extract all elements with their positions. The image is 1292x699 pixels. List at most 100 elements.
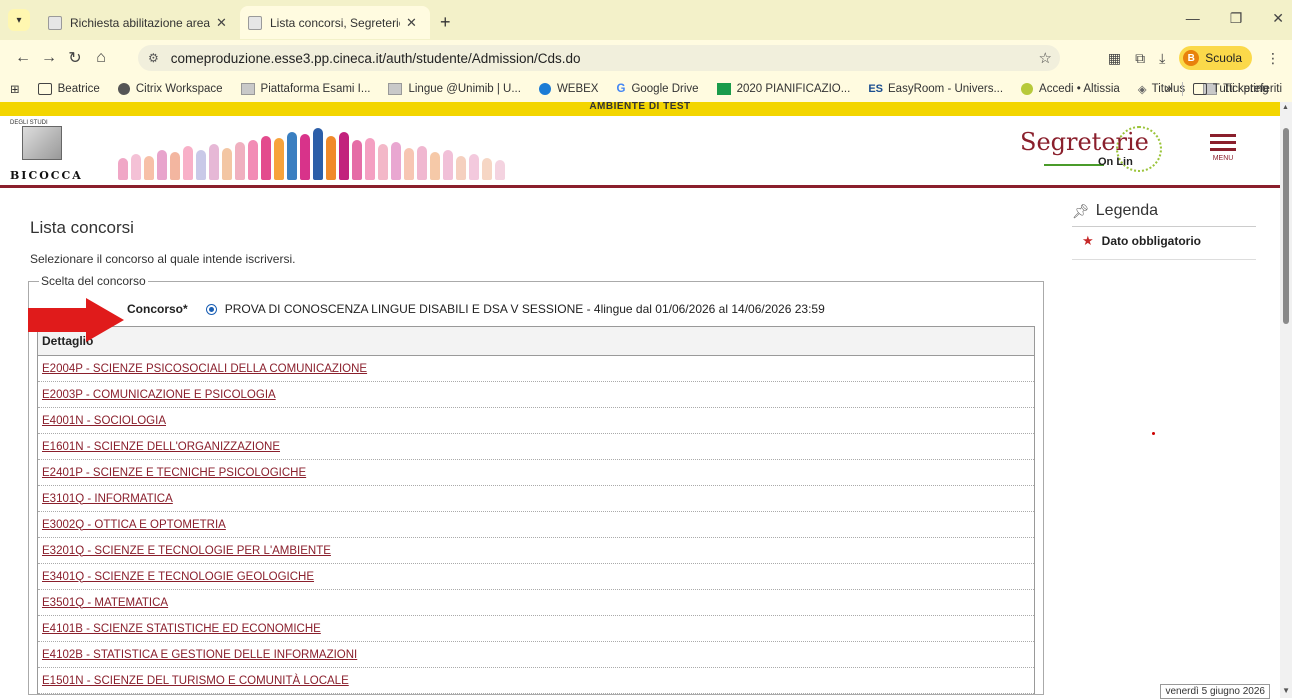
close-icon[interactable]: ✕ xyxy=(406,15,417,31)
home-icon[interactable]: ⌂ xyxy=(88,49,114,67)
bookmark-label: Google Drive xyxy=(631,83,699,95)
table-cell: E2401P - SCIENZE E TECNICHE PSICOLOGICHE xyxy=(37,459,1035,486)
sheets-icon xyxy=(716,83,731,95)
download-icon[interactable]: ⤓ xyxy=(1159,50,1165,67)
course-link[interactable]: E1601N - SCIENZE DELL'ORGANIZZAZIONE xyxy=(42,441,280,453)
course-link[interactable]: E3101Q - INFORMATICA xyxy=(42,493,173,505)
bookmark-easyroom[interactable]: ES EasyRoom - Univers... xyxy=(868,83,1003,95)
bookmark-webex[interactable]: WEBEX xyxy=(538,83,598,95)
course-link[interactable]: E2003P - COMUNICAZIONE E PSICOLOGIA xyxy=(42,389,276,401)
scrollbar-thumb[interactable] xyxy=(1283,128,1289,324)
red-arrow-annotation xyxy=(28,298,124,342)
close-icon[interactable]: ✕ xyxy=(216,15,227,31)
course-link[interactable]: E4101B - SCIENZE STATISTICHE ED ECONOMIC… xyxy=(42,623,321,635)
google-icon: G xyxy=(616,83,626,95)
page-icon xyxy=(240,83,255,95)
webex-icon xyxy=(538,83,551,95)
course-link[interactable]: E3501Q - MATEMATICA xyxy=(42,597,168,609)
table-cell: E2003P - COMUNICAZIONE E PSICOLOGIA xyxy=(37,381,1035,408)
back-icon[interactable]: ← xyxy=(10,49,36,67)
bookmark-label: Piattaforma Esami I... xyxy=(260,83,371,95)
more-bookmarks-button[interactable]: » xyxy=(1165,83,1171,95)
concorso-row: Concorso* PROVA DI CONOSCENZA LINGUE DIS… xyxy=(127,302,1043,316)
profile-button[interactable]: B Scuola xyxy=(1179,46,1252,70)
scroll-up-icon[interactable]: ▲ xyxy=(1282,104,1289,111)
bookmark-google-drive[interactable]: G Google Drive xyxy=(616,83,698,95)
page-icon xyxy=(248,15,262,30)
site-info-icon[interactable]: ⚙ xyxy=(148,51,159,65)
maximize-icon[interactable]: ❐ xyxy=(1230,10,1243,27)
table-row: E3002Q - OTTICA E OPTOMETRIA xyxy=(37,511,1035,538)
legend-title: Legenda xyxy=(1095,202,1159,219)
tab-title: Lista concorsi, Segreterie OnLine xyxy=(270,15,400,30)
course-link[interactable]: E2004P - SCIENZE PSICOSOCIALI DELLA COMU… xyxy=(42,363,367,375)
bookmark-citrix[interactable]: Citrix Workspace xyxy=(117,83,223,95)
tab-richiesta[interactable]: Richiesta abilitazione area test ✕ xyxy=(40,6,240,39)
page-subtitle: Selezionare il concorso al quale intende… xyxy=(30,252,296,266)
table-row: E3501Q - MATEMATICA xyxy=(37,589,1035,616)
table-header: Dettaglio xyxy=(37,326,1035,356)
concorso-fieldset: Scelta del concorso Concorso* PROVA DI C… xyxy=(28,274,1044,695)
concorso-label: Concorso* xyxy=(127,302,188,316)
dettaglio-table: Dettaglio E2004P - SCIENZE PSICOSOCIALI … xyxy=(37,326,1035,694)
web-page: AMBIENTE DI TEST DEGLI STUDI BICOCCA Seg… xyxy=(0,102,1280,698)
extensions-icon[interactable]: ⧉ xyxy=(1135,50,1145,67)
table-cell: E3201Q - SCIENZE E TECNOLOGIE PER L'AMBI… xyxy=(37,537,1035,564)
legend-item-required: ★ Dato obbligatorio xyxy=(1072,227,1256,260)
table-cell: E3401Q - SCIENZE E TECNOLOGIE GEOLOGICHE xyxy=(37,563,1035,590)
course-link[interactable]: E4102B - STATISTICA E GESTIONE DELLE INF… xyxy=(42,649,357,661)
menu-button[interactable]: MENU xyxy=(1206,130,1240,162)
titulus-icon: ◈ xyxy=(1137,84,1147,96)
tab-strip: ▾ Richiesta abilitazione area test ✕ Lis… xyxy=(0,0,1292,40)
table-row: E2004P - SCIENZE PSICOSOCIALI DELLA COMU… xyxy=(37,355,1035,382)
avatar: B xyxy=(1183,50,1200,66)
reload-icon[interactable]: ↻ xyxy=(62,48,88,68)
legend-item-label: Dato obbligatorio xyxy=(1101,234,1201,248)
logo-label: BICOCCA xyxy=(10,169,83,182)
course-link[interactable]: E1501N - SCIENZE DEL TURISMO E COMUNITÀ … xyxy=(42,675,349,687)
table-row: E3201Q - SCIENZE E TECNOLOGIE PER L'AMBI… xyxy=(37,537,1035,564)
folder-icon xyxy=(1192,83,1207,95)
bookmark-piattaforma[interactable]: Piattaforma Esami I... xyxy=(240,83,371,95)
bookmark-altissia[interactable]: Accedi • Altissia xyxy=(1021,83,1120,95)
course-link[interactable]: E3401Q - SCIENZE E TECNOLOGIE GEOLOGICHE xyxy=(42,571,314,583)
scrollbar[interactable]: ▲ xyxy=(1280,102,1292,698)
course-link[interactable]: E3201Q - SCIENZE E TECNOLOGIE PER L'AMBI… xyxy=(42,545,331,557)
bookmark-beatrice[interactable]: Beatrice xyxy=(37,83,100,95)
divider xyxy=(1181,82,1183,96)
all-bookmarks-button[interactable]: Tutti i preferiti xyxy=(1213,83,1282,95)
bookmark-lingue[interactable]: Lingue @Unimib | U... xyxy=(388,83,521,95)
course-link[interactable]: E2401P - SCIENZE E TECNICHE PSICOLOGICHE xyxy=(42,467,306,479)
new-tab-button[interactable]: + xyxy=(440,12,451,33)
asterisk-icon: ★ xyxy=(1082,233,1094,248)
more-menu-icon[interactable]: ⋮ xyxy=(1266,50,1280,67)
bookmark-label: Lingue @Unimib | U... xyxy=(408,83,521,95)
bookmark-label: 2020 PIANIFICAZIO... xyxy=(736,83,851,95)
hamburger-icon xyxy=(1206,134,1240,151)
test-environment-banner: AMBIENTE DI TEST xyxy=(0,102,1280,116)
bookmark-label: EasyRoom - Univers... xyxy=(888,83,1004,95)
concorso-value[interactable]: PROVA DI CONOSCENZA LINGUE DISABILI E DS… xyxy=(225,302,825,316)
university-logo[interactable]: DEGLI STUDI BICOCCA xyxy=(6,120,92,184)
chevron-down-icon[interactable]: ▼ xyxy=(1282,686,1290,695)
table-cell: E1501N - SCIENZE DEL TURISMO E COMUNITÀ … xyxy=(37,667,1035,694)
folder-icon xyxy=(37,83,52,95)
close-window-icon[interactable]: ✕ xyxy=(1272,10,1284,27)
tab-lista-concorsi[interactable]: Lista concorsi, Segreterie OnLine ✕ xyxy=(240,6,430,39)
header-people-illustration xyxy=(118,124,638,180)
address-bar[interactable]: ⚙ comeproduzione.esse3.pp.cineca.it/auth… xyxy=(138,45,1060,71)
segreterie-online-logo[interactable]: Segreterie On Lin xyxy=(1020,126,1170,178)
site-header: DEGLI STUDI BICOCCA Segreterie On Lin ME… xyxy=(0,116,1280,188)
tab-search-button[interactable]: ▾ xyxy=(8,9,30,31)
forward-icon[interactable]: → xyxy=(36,49,62,67)
bookmark-pianificazione[interactable]: 2020 PIANIFICAZIO... xyxy=(716,83,851,95)
course-link[interactable]: E4001N - SOCIOLOGIA xyxy=(42,415,166,427)
apps-icon[interactable]: ⊞ xyxy=(10,82,20,96)
course-link[interactable]: E3002Q - OTTICA E OPTOMETRIA xyxy=(42,519,226,531)
minimize-icon[interactable]: — xyxy=(1186,10,1200,27)
bookmark-star-icon[interactable]: ☆ xyxy=(1039,49,1052,67)
qr-icon[interactable]: ▦ xyxy=(1108,50,1121,67)
bookmarks-bar: ⊞ Beatrice Citrix Workspace Piattaforma … xyxy=(0,76,1292,102)
concorso-radio[interactable] xyxy=(205,303,217,315)
url-text: comeproduzione.esse3.pp.cineca.it/auth/s… xyxy=(170,50,581,66)
